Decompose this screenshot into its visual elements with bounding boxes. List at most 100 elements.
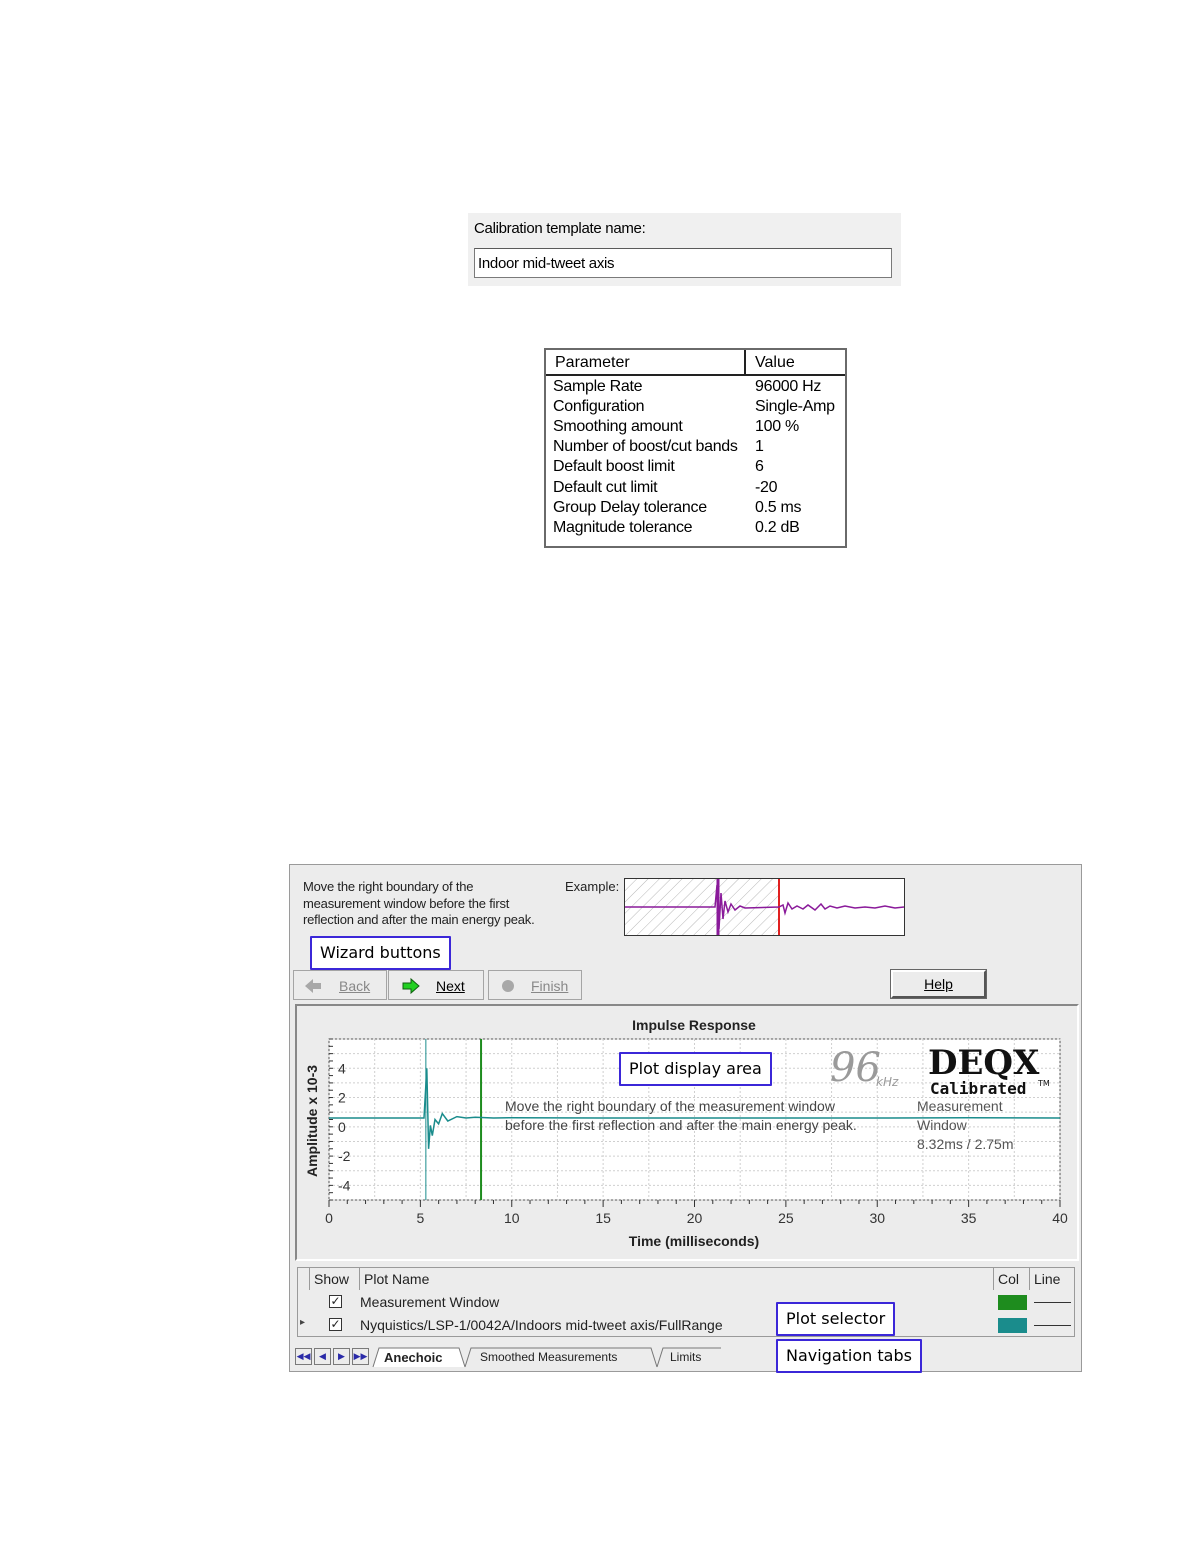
finish-dot-icon: [502, 980, 514, 992]
plot-name: Nyquistics/LSP-1/0042A/Indoors mid-tweet…: [360, 1317, 723, 1333]
plot-row-measurement-window[interactable]: ✓ Measurement Window: [298, 1291, 1074, 1314]
parameter-table-header: Parameter Value: [546, 350, 845, 376]
next-tab-icon[interactable]: ▶: [333, 1348, 350, 1365]
parameter-name: Sample Rate: [553, 378, 643, 395]
next-button[interactable]: Next: [388, 970, 484, 1000]
navigation-tabs: ◀◀ ◀ ▶ ▶▶ Anechoic Smoothed Measurements…: [293, 1343, 1079, 1368]
calibration-template-panel: Calibration template name:: [468, 213, 901, 286]
plot-overlay-text: before the first reflection and after th…: [505, 1117, 857, 1133]
last-tab-icon[interactable]: ▶▶: [352, 1348, 369, 1365]
parameter-value: Single-Amp: [755, 398, 835, 415]
parameter-value: -20: [755, 479, 778, 496]
prev-tab-icon[interactable]: ◀: [314, 1348, 331, 1365]
parameter-row: Configuration Single-Amp: [546, 397, 845, 417]
x-tick-label: 20: [687, 1210, 703, 1226]
callout-plot-display-area: Plot display area: [619, 1052, 772, 1086]
parameter-row: Smoothing amount 100 %: [546, 417, 845, 437]
callout-plot-selector: Plot selector: [776, 1302, 896, 1336]
example-label: Example:: [565, 879, 620, 894]
finish-button[interactable]: Finish: [488, 970, 582, 1000]
parameter-row: Default cut limit -20: [546, 478, 845, 498]
example-plot: [624, 878, 905, 936]
calibration-template-label: Calibration template name:: [474, 220, 646, 237]
parameter-name: Smoothing amount: [553, 418, 683, 435]
tab-limits[interactable]: Limits: [670, 1348, 701, 1367]
parameter-value: 0.2 dB: [755, 519, 800, 536]
logo-brand: DEQX: [928, 1043, 1040, 1083]
logo-tm: TM: [1037, 1079, 1050, 1088]
y-tick-label: 4: [338, 1060, 346, 1076]
column-header-show[interactable]: Show: [310, 1268, 360, 1290]
plot-overlay-text: Move the right boundary of the measureme…: [505, 1098, 836, 1114]
y-tick-label: -4: [338, 1177, 351, 1193]
instruction-line: Move the right boundary of the: [303, 879, 474, 894]
logo-unit: kHz: [876, 1075, 899, 1089]
column-header-line[interactable]: Line: [1030, 1268, 1074, 1290]
parameter-row: Sample Rate 96000 Hz: [546, 377, 845, 397]
plot-row-impulse[interactable]: ▸ ✓ Nyquistics/LSP-1/0042A/Indoors mid-t…: [298, 1314, 1074, 1337]
instruction-line: reflection and after the main energy pea…: [303, 912, 535, 927]
logo-sub: Calibrated: [930, 1079, 1026, 1098]
parameter-row: Number of boost/cut bands 1: [546, 437, 845, 457]
x-axis-label: Time (milliseconds): [629, 1233, 759, 1249]
parameter-value: 96000 Hz: [755, 378, 822, 395]
x-tick-label: 30: [869, 1210, 885, 1226]
help-button[interactable]: Help: [890, 969, 987, 999]
x-tick-label: 0: [325, 1210, 333, 1226]
parameter-value: 0.5 ms: [755, 499, 802, 516]
show-checkbox[interactable]: ✓: [329, 1295, 342, 1308]
window-value: 8.32ms / 2.75m: [917, 1136, 1014, 1152]
color-swatch[interactable]: [998, 1318, 1027, 1333]
parameter-name: Group Delay tolerance: [553, 499, 707, 516]
parameter-name: Default boost limit: [553, 458, 675, 475]
callout-navigation-tabs: Navigation tabs: [776, 1339, 922, 1373]
tab-smoothed-measurements[interactable]: Smoothed Measurements: [480, 1348, 617, 1367]
parameter-name: Configuration: [553, 398, 645, 415]
wizard-instructions: Move the right boundary of the measureme…: [303, 879, 563, 929]
back-button-label: Back: [339, 978, 371, 994]
next-button-label: Next: [436, 978, 465, 994]
x-tick-label: 35: [961, 1210, 977, 1226]
line-style-sample[interactable]: [1034, 1325, 1071, 1326]
plot-name: Measurement Window: [360, 1294, 500, 1310]
line-style-sample[interactable]: [1034, 1302, 1071, 1303]
chart-title: Impulse Response: [632, 1017, 756, 1033]
back-button[interactable]: Back: [293, 970, 387, 1000]
column-header-value[interactable]: Value: [746, 350, 845, 374]
column-header-plot-name[interactable]: Plot Name: [360, 1268, 994, 1290]
window-label: Window: [917, 1117, 968, 1133]
color-swatch[interactable]: [998, 1295, 1027, 1310]
parameter-name: Number of boost/cut bands: [553, 438, 738, 455]
parameter-table: Parameter Value Sample Rate 96000 Hz Conf…: [544, 348, 847, 548]
back-arrow-icon: [305, 979, 321, 993]
parameter-row: Magnitude tolerance 0.2 dB: [546, 518, 845, 538]
column-header-parameter[interactable]: Parameter: [546, 350, 746, 374]
y-tick-label: 0: [338, 1119, 346, 1135]
parameter-name: Magnitude tolerance: [553, 519, 693, 536]
x-tick-label: 15: [595, 1210, 611, 1226]
parameter-value: 1: [755, 438, 764, 455]
x-tick-label: 5: [416, 1210, 424, 1226]
wizard-window: Move the right boundary of the measureme…: [289, 864, 1082, 1373]
parameter-row: Group Delay tolerance 0.5 ms: [546, 498, 845, 518]
show-checkbox[interactable]: ✓: [329, 1318, 342, 1331]
x-tick-label: 40: [1052, 1210, 1068, 1226]
parameter-row: Default boost limit 6: [546, 457, 845, 477]
help-button-label: Help: [924, 976, 953, 992]
tab-anechoic[interactable]: Anechoic: [384, 1348, 443, 1367]
instruction-line: measurement window before the first: [303, 895, 510, 911]
y-tick-label: 2: [338, 1090, 346, 1106]
deqx-logo: 96 kHz DEQX Calibrated TM: [830, 1043, 1050, 1098]
y-axis-label: Amplitude x 10-3: [304, 1065, 320, 1177]
column-header-col[interactable]: Col: [994, 1268, 1030, 1290]
finish-button-label: Finish: [531, 978, 569, 994]
x-tick-label: 25: [778, 1210, 794, 1226]
y-tick-label: -2: [338, 1148, 351, 1164]
plot-display-area: Impulse Response 0 5 10 15 20 25 30 35 40 4 2 0 -2-…: [295, 1004, 1079, 1261]
parameter-name: Default cut limit: [553, 479, 658, 496]
parameter-value: 6: [755, 458, 764, 475]
x-tick-label: 10: [504, 1210, 520, 1226]
parameter-value: 100 %: [755, 418, 799, 435]
first-tab-icon[interactable]: ◀◀: [295, 1348, 312, 1365]
calibration-template-input[interactable]: [474, 248, 892, 278]
